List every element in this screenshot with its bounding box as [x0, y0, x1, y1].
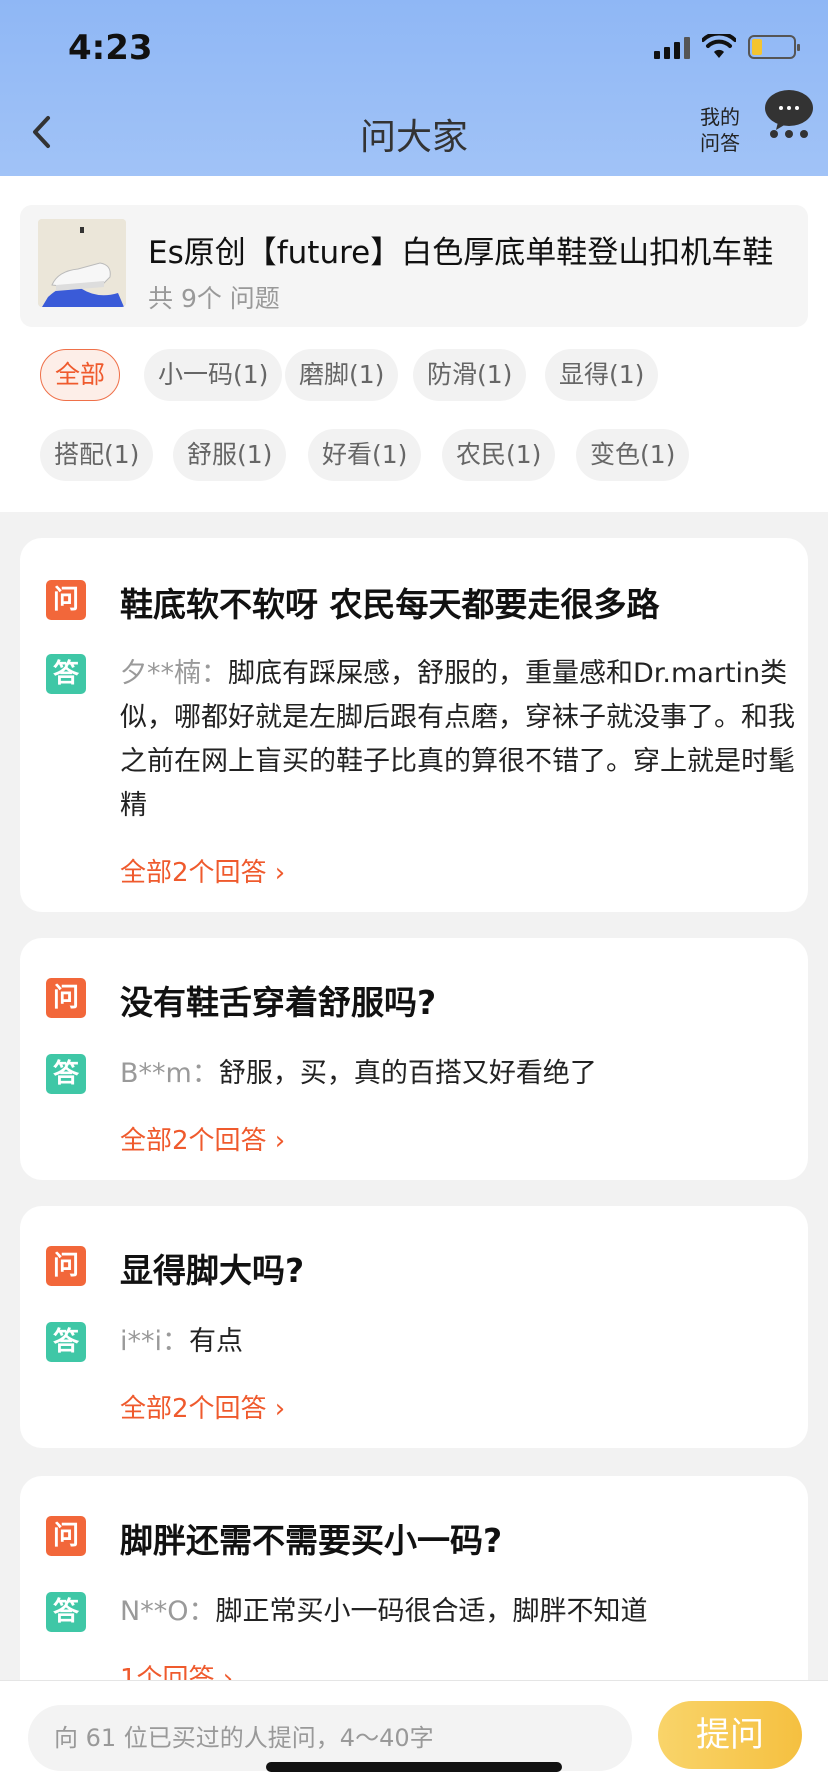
tag-item[interactable]: 变色(1) — [576, 429, 690, 481]
header: 4:23 问大家 我的 问答 — [0, 0, 828, 176]
all-answers-label: 全部2个回答 — [120, 858, 267, 888]
answer-badge: 答 — [46, 1592, 86, 1632]
shoe-image-icon — [38, 219, 126, 307]
product-title: Es原创【future】白色厚底单鞋登山扣机车鞋 — [148, 235, 774, 271]
my-answers-label-line1: 我的 — [700, 105, 740, 129]
battery-icon — [748, 35, 800, 59]
my-answers-button[interactable]: 我的 问答 — [700, 104, 746, 156]
tag-item[interactable]: 搭配(1) — [40, 429, 154, 481]
question-text: 脚胖还需不需要买小一码? — [120, 1521, 503, 1560]
answer-text: N**O：脚正常买小一码很合适，脚胖不知道 — [120, 1590, 800, 1634]
answer-user: N**O： — [120, 1596, 216, 1627]
answer-badge: 答 — [46, 1322, 86, 1362]
product-card[interactable]: Es原创【future】白色厚底单鞋登山扣机车鞋 共 9个 问题 — [20, 205, 808, 327]
answer-text: i**i：有点 — [120, 1320, 800, 1364]
all-answers-link[interactable]: 全部2个回答 › — [120, 1120, 285, 1157]
question-badge: 问 — [46, 1246, 86, 1286]
bottom-ask-bar: 向 61 位已买过的人提问，4～40字 提问 — [0, 1680, 828, 1792]
answer-badge: 答 — [46, 1054, 86, 1094]
answer-content: 有点 — [189, 1326, 244, 1357]
answer-user: B**m： — [120, 1058, 219, 1089]
answer-user: i**i： — [120, 1326, 190, 1357]
question-badge: 问 — [46, 580, 86, 620]
answer-badge: 答 — [46, 654, 86, 694]
home-indicator — [266, 1762, 562, 1772]
product-panel: Es原创【future】白色厚底单鞋登山扣机车鞋 共 9个 问题 全部 小一码(… — [0, 176, 828, 512]
question-text: 没有鞋舌穿着舒服吗? — [120, 983, 437, 1022]
all-answers-link[interactable]: 全部2个回答 › — [120, 852, 285, 889]
question-badge: 问 — [46, 1516, 86, 1556]
chat-bubble-icon[interactable] — [762, 88, 816, 142]
qa-card[interactable]: 问 鞋底软不软呀 农民每天都要走很多路 答 夕**楠：脚底有踩屎感，舒服的，重量… — [20, 538, 808, 912]
answer-text: B**m：舒服，买，真的百搭又好看绝了 — [120, 1052, 800, 1096]
answer-content: 舒服，买，真的百搭又好看绝了 — [218, 1058, 597, 1089]
all-answers-label: 全部2个回答 — [120, 1394, 267, 1424]
my-answers-label-line2: 问答 — [700, 131, 740, 155]
wifi-icon — [702, 34, 736, 58]
qa-card[interactable]: 问 没有鞋舌穿着舒服吗? 答 B**m：舒服，买，真的百搭又好看绝了 全部2个回… — [20, 938, 808, 1180]
tag-item[interactable]: 好看(1) — [308, 429, 422, 481]
tag-all[interactable]: 全部 — [40, 349, 121, 401]
status-time: 4:23 — [68, 28, 153, 68]
question-text: 鞋底软不软呀 农民每天都要走很多路 — [120, 585, 660, 624]
product-thumbnail — [38, 219, 126, 307]
tag-item[interactable]: 舒服(1) — [173, 429, 287, 481]
tag-item[interactable]: 小一码(1) — [144, 349, 283, 401]
tag-item[interactable]: 显得(1) — [545, 349, 659, 401]
tag-item[interactable]: 磨脚(1) — [285, 349, 399, 401]
status-icons — [654, 34, 800, 60]
question-text: 显得脚大吗? — [120, 1251, 305, 1290]
all-answers-label: 全部2个回答 — [120, 1126, 267, 1156]
question-badge: 问 — [46, 978, 86, 1018]
cellular-signal-icon — [654, 35, 690, 59]
tag-item[interactable]: 防滑(1) — [413, 349, 527, 401]
question-count: 共 9个 问题 — [148, 284, 280, 313]
answer-content: 脚正常买小一码很合适，脚胖不知道 — [215, 1596, 648, 1627]
all-answers-link[interactable]: 全部2个回答 › — [120, 1388, 285, 1425]
tag-item[interactable]: 农民(1) — [442, 429, 556, 481]
answer-user: 夕**楠： — [120, 658, 228, 689]
qa-card[interactable]: 问 显得脚大吗? 答 i**i：有点 全部2个回答 › — [20, 1206, 808, 1448]
answer-text: 夕**楠：脚底有踩屎感，舒服的，重量感和Dr.martin类似，哪都好就是左脚后… — [120, 652, 800, 828]
ask-button[interactable]: 提问 — [658, 1701, 802, 1769]
